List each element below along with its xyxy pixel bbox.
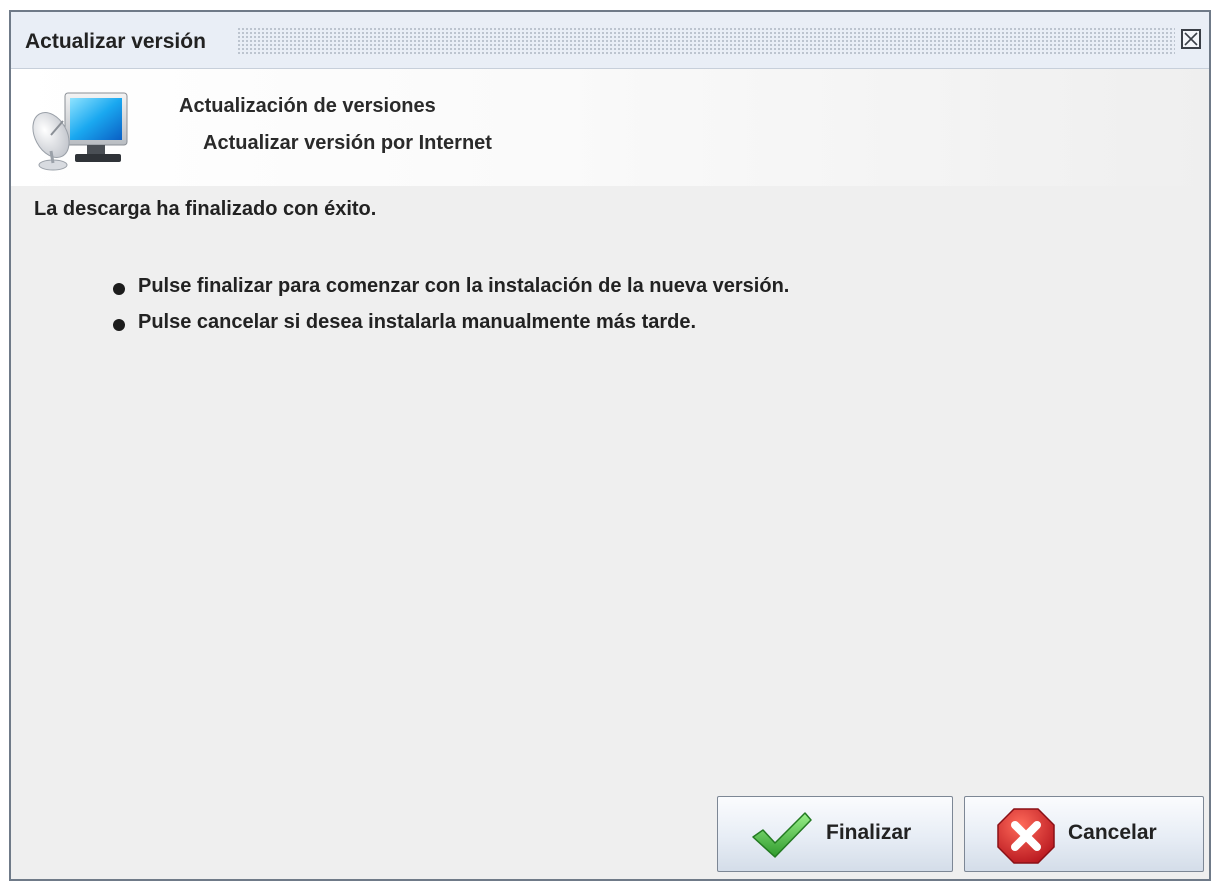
satellite-computer-icon	[32, 92, 128, 171]
finish-button[interactable]: Finalizar	[717, 796, 953, 872]
list-item: Pulse finalizar para comenzar con la ins…	[110, 275, 789, 311]
list-item-text: Pulse cancelar si desea instalarla manua…	[138, 311, 697, 333]
title-bar[interactable]: Actualizar versión	[11, 12, 1209, 69]
bullet-icon	[113, 283, 125, 295]
finish-button-label: Finalizar	[826, 821, 912, 844]
cancel-button[interactable]: Cancelar	[964, 796, 1204, 872]
header-subtitle: Actualizar versión por Internet	[203, 132, 492, 154]
close-icon	[1184, 32, 1198, 46]
status-message: La descarga ha finalizado con éxito.	[34, 198, 377, 220]
close-button[interactable]	[1181, 29, 1201, 49]
title-bar-grip[interactable]	[237, 27, 1175, 55]
header-title: Actualización de versiones	[179, 95, 436, 117]
bullet-icon	[113, 319, 125, 331]
header-panel: Actualización de versiones Actualizar ve…	[11, 69, 1209, 186]
instruction-list: Pulse finalizar para comenzar con la ins…	[110, 275, 789, 347]
list-item: Pulse cancelar si desea instalarla manua…	[110, 311, 789, 347]
window-title: Actualizar versión	[25, 30, 206, 53]
checkmark-icon	[752, 812, 812, 858]
cancel-x-icon	[997, 808, 1055, 864]
cancel-button-label: Cancelar	[1068, 821, 1157, 844]
list-item-text: Pulse finalizar para comenzar con la ins…	[138, 275, 790, 297]
update-dialog: Actualizar versión Actualización de vers…	[9, 10, 1211, 881]
